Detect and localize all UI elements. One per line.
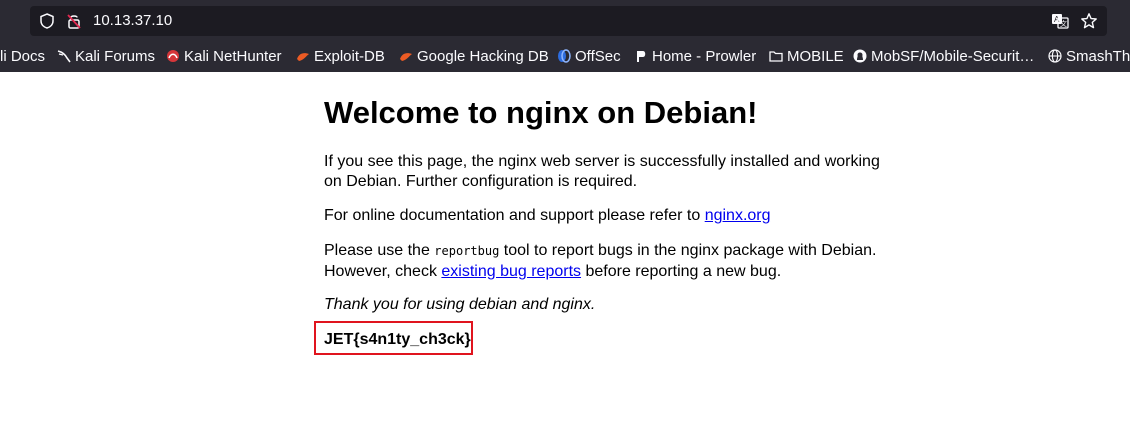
thanks-paragraph: Thank you for using debian and nginx.	[324, 296, 596, 313]
kali-dragon-icon	[57, 49, 71, 63]
bookmark-google-hacking-db[interactable]: Google Hacking DB	[399, 48, 549, 66]
bookmark-smashthe[interactable]: SmashThe	[1048, 48, 1130, 66]
page-title: Welcome to nginx on Debian!	[324, 95, 758, 130]
flag-text: JET{s4n1ty_ch3ck}	[324, 331, 471, 348]
bookmarks-toolbar: li Docs Kali Forums Kali NetHunter Explo…	[0, 42, 1130, 72]
bookmark-kali-nethunter[interactable]: Kali NetHunter	[166, 48, 282, 66]
browser-toolbar: 10.13.37.10 A文	[0, 0, 1130, 42]
docs-paragraph: For online documentation and support ple…	[324, 206, 894, 226]
bookmark-kali-docs[interactable]: li Docs	[0, 48, 45, 66]
globe-icon	[1048, 49, 1062, 63]
nginx-org-link[interactable]: nginx.org	[705, 207, 771, 224]
bookmark-exploit-db[interactable]: Exploit-DB	[296, 48, 385, 66]
nethunter-icon	[166, 49, 180, 63]
bookmark-home-prowler[interactable]: Home - Prowler	[634, 48, 756, 66]
bookmark-star-icon[interactable]	[1080, 12, 1098, 30]
github-icon	[853, 49, 867, 63]
intro-paragraph: If you see this page, the nginx web serv…	[324, 153, 880, 190]
exploit-db-icon	[296, 49, 310, 63]
bug-text-post: before reporting a new bug.	[581, 262, 782, 280]
ghdb-icon	[399, 49, 413, 63]
bookmark-folder-mobile[interactable]: MOBILE	[769, 48, 844, 66]
address-bar[interactable]: 10.13.37.10 A文	[30, 6, 1107, 36]
translate-icon[interactable]: A文	[1051, 12, 1069, 30]
url-text[interactable]: 10.13.37.10	[93, 12, 172, 30]
prowler-icon	[634, 49, 648, 63]
reportbug-code: reportbug	[434, 244, 500, 258]
insecure-lock-icon[interactable]	[65, 12, 83, 30]
shield-icon[interactable]	[38, 12, 56, 30]
bookmark-kali-forums[interactable]: Kali Forums	[57, 48, 155, 66]
svg-text:文: 文	[1060, 19, 1067, 28]
offsec-icon	[557, 49, 571, 63]
bookmark-mobsf[interactable]: MobSF/Mobile-Securit…	[853, 48, 1034, 66]
folder-icon	[769, 49, 783, 63]
bug-reports-link[interactable]: existing bug reports	[441, 263, 581, 280]
bug-text-pre: Please use the	[324, 242, 435, 259]
bug-paragraph: Please use the reportbug tool to report …	[324, 241, 894, 281]
docs-text: For online documentation and support ple…	[324, 207, 705, 224]
bookmark-offsec[interactable]: OffSec	[557, 48, 621, 66]
